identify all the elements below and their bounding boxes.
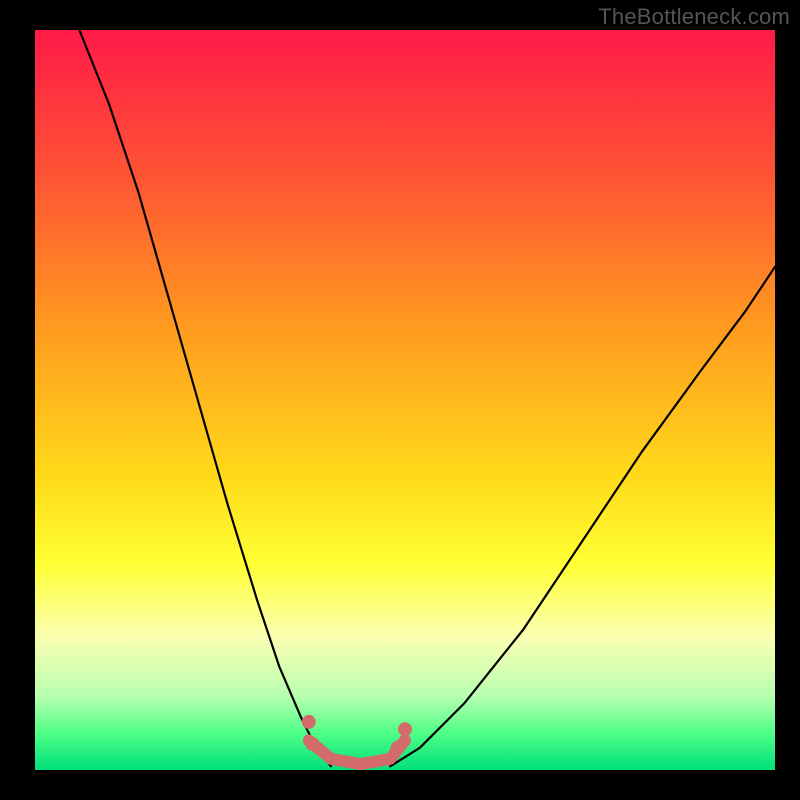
- chart-svg: [0, 0, 800, 800]
- valley-marker-0: [302, 715, 316, 729]
- valley-marker-1: [306, 737, 320, 751]
- valley-marker-3: [398, 722, 412, 736]
- plot-background: [35, 30, 775, 770]
- watermark-text: TheBottleneck.com: [598, 4, 790, 30]
- valley-marker-2: [391, 741, 405, 755]
- chart-stage: TheBottleneck.com: [0, 0, 800, 800]
